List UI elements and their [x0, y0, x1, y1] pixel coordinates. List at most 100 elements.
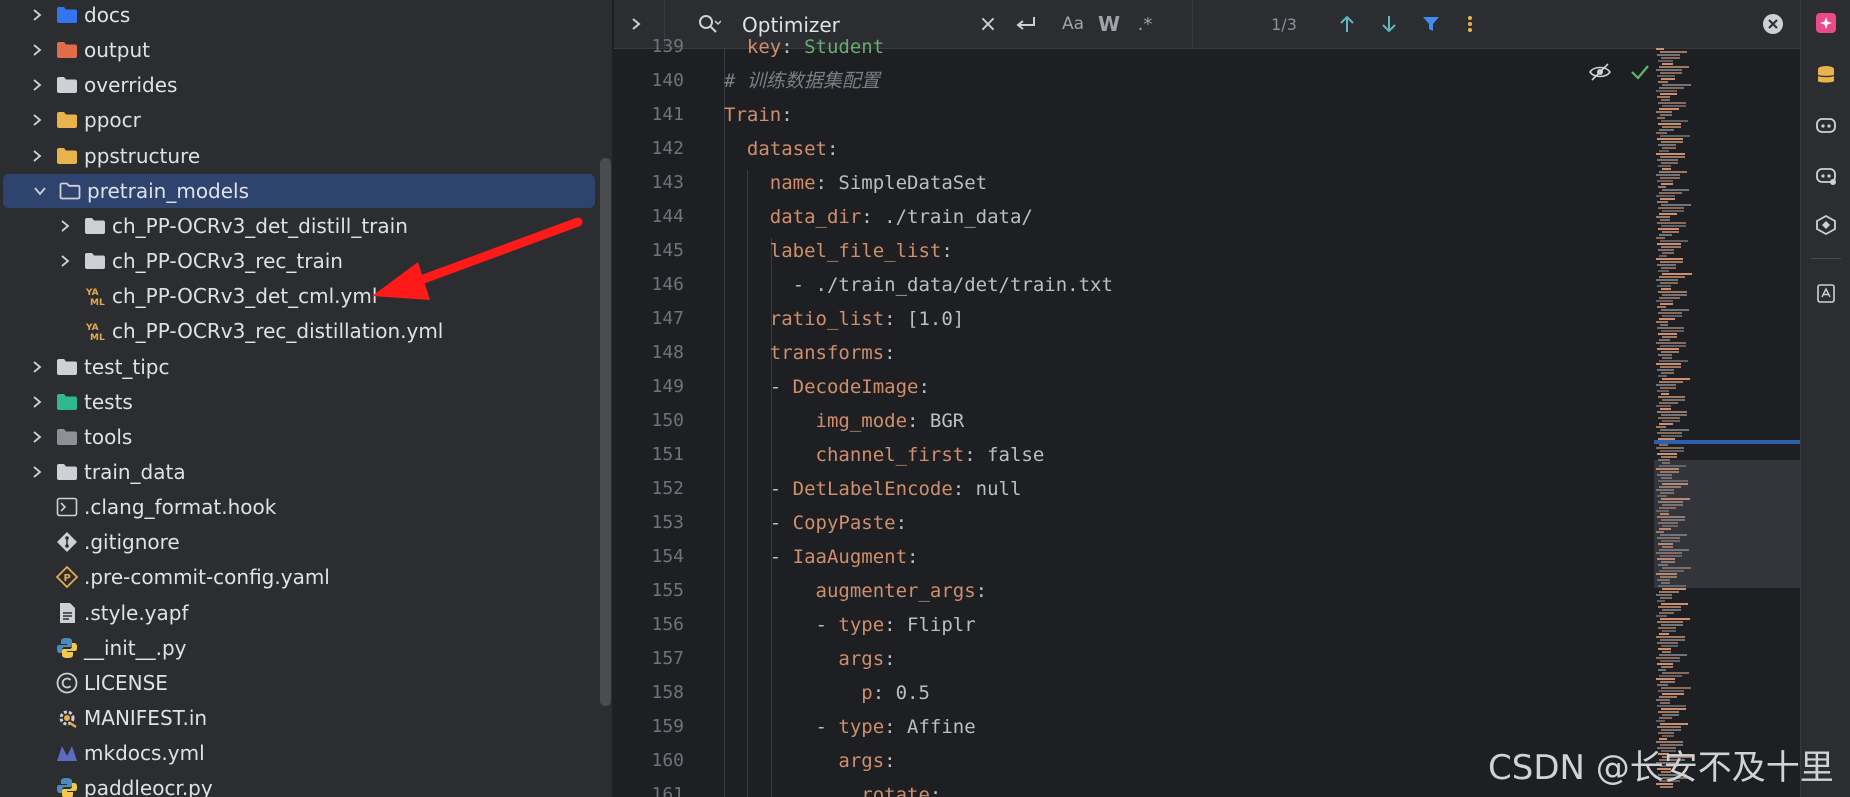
ai-assistant-icon[interactable] — [1813, 10, 1839, 36]
code-area[interactable]: key: Student # 训练数据集配置 Train: dataset: nam… — [724, 36, 1724, 797]
translate-icon[interactable] — [1813, 280, 1839, 306]
tree-item-output[interactable]: output — [0, 33, 596, 67]
tree-item-init-py[interactable]: __init__.py — [0, 631, 596, 665]
minimap-line — [1656, 363, 1681, 365]
tree-item-ppstructure[interactable]: ppstructure — [0, 139, 596, 173]
code-line: ratio_list: [1.0] — [724, 302, 964, 336]
minimap-line — [1661, 603, 1688, 605]
code-minimap[interactable] — [1654, 48, 1800, 797]
search-history-icon[interactable] — [694, 0, 724, 48]
minimap-line — [1662, 273, 1692, 275]
tree-scrollbar[interactable] — [600, 158, 611, 706]
chevron-right-icon[interactable] — [26, 356, 48, 378]
tree-item-ch-pp-ocrv3-det-cml-yml[interactable]: YA ML ch_PP-OCRv3_det_cml.yml — [0, 279, 596, 313]
chevron-right-icon[interactable] — [54, 215, 76, 237]
minimap-line — [1658, 123, 1681, 125]
copilot-icon[interactable] — [1813, 112, 1839, 138]
line-number: 154 — [651, 546, 684, 567]
minimap-line — [1659, 255, 1667, 257]
copilot-chat-icon[interactable] — [1813, 162, 1839, 188]
minimap-line — [1660, 597, 1672, 599]
database-icon[interactable] — [1813, 62, 1839, 88]
folder-open-icon — [59, 180, 81, 202]
code-text: : false — [964, 444, 1045, 466]
chevron-right-icon[interactable] — [54, 250, 76, 272]
new-line-icon[interactable] — [1012, 0, 1040, 48]
yaml-key: img_mode — [815, 410, 908, 432]
minimap-viewport[interactable] — [1654, 460, 1800, 588]
tree-item-style-yapf[interactable]: .style.yapf — [0, 596, 596, 630]
minimap-line — [1657, 285, 1671, 287]
tree-item-license[interactable]: LICENSE — [0, 666, 596, 700]
close-find-icon[interactable] — [1758, 0, 1788, 48]
more-options-icon[interactable] — [1458, 0, 1482, 48]
minimap-line — [1661, 225, 1686, 227]
minimap-line — [1656, 657, 1680, 659]
minimap-line — [1657, 453, 1677, 455]
clear-search-icon[interactable]: × — [976, 0, 1000, 48]
plugin-icon[interactable] — [1813, 212, 1839, 238]
tree-item-pre-commit-config-yaml[interactable]: P .pre-commit-config.yaml — [0, 560, 596, 594]
tree-item-clang-format-hook[interactable]: .clang_format.hook — [0, 490, 596, 524]
tree-item-train-data[interactable]: train_data — [0, 455, 596, 489]
minimap-line — [1661, 708, 1686, 710]
toggle-rendering-icon[interactable] — [1588, 60, 1612, 84]
chevron-right-icon[interactable] — [26, 39, 48, 61]
tree-item-test-tipc[interactable]: test_tipc — [0, 350, 596, 384]
tree-item-tools[interactable]: tools — [0, 420, 596, 454]
tree-item-ppocr[interactable]: ppocr — [0, 103, 596, 137]
tree-item-tests[interactable]: tests — [0, 385, 596, 419]
minimap-line — [1662, 693, 1684, 695]
minimap-line — [1662, 63, 1673, 65]
previous-occurrence-icon[interactable] — [1332, 0, 1362, 48]
tree-item-overrides[interactable]: overrides — [0, 68, 596, 102]
tree-item-manifest-in[interactable]: MANIFEST.in — [0, 701, 596, 735]
no-problems-check-icon — [1628, 60, 1652, 84]
svg-text:ML: ML — [90, 333, 105, 342]
tree-item-pretrain-models[interactable]: pretrain_models — [3, 173, 595, 208]
folder-icon — [56, 145, 78, 167]
match-case-toggle[interactable]: Aa — [1058, 0, 1088, 48]
chevron-right-icon[interactable] — [26, 74, 48, 96]
tree-item-gitignore[interactable]: .gitignore — [0, 525, 596, 559]
minimap-line — [1659, 717, 1672, 719]
minimap-line — [1659, 276, 1685, 278]
minimap-line — [1656, 636, 1685, 638]
tree-item-docs[interactable]: docs — [0, 0, 596, 32]
minimap-line — [1660, 345, 1686, 347]
minimap-line — [1661, 666, 1673, 668]
next-occurrence-icon[interactable] — [1374, 0, 1404, 48]
minimap-line — [1662, 252, 1674, 254]
minimap-line — [1661, 162, 1678, 164]
minimap-line — [1657, 201, 1668, 203]
chevron-right-icon[interactable] — [26, 145, 48, 167]
chevron-right-icon[interactable] — [26, 426, 48, 448]
shell-icon — [56, 496, 78, 518]
chevron-right-icon[interactable] — [26, 391, 48, 413]
tree-item-ch-pp-ocrv3-rec-distillation-yml[interactable]: YA ML ch_PP-OCRv3_rec_distillation.yml — [0, 314, 596, 348]
minimap-line — [1660, 366, 1681, 368]
whole-words-toggle[interactable]: W — [1094, 0, 1124, 48]
minimap-line — [1656, 111, 1672, 113]
line-number: 142 — [651, 138, 684, 159]
minimap-line — [1662, 231, 1679, 233]
chevron-right-icon[interactable] — [26, 109, 48, 131]
code-line: args: — [724, 642, 895, 676]
chevron-right-icon[interactable] — [26, 461, 48, 483]
chevron-right-icon[interactable] — [26, 4, 48, 26]
tree-item-mkdocs-yml[interactable]: mkdocs.yml — [0, 736, 596, 770]
regex-toggle[interactable]: .* — [1130, 0, 1160, 48]
minimap-line — [1659, 633, 1669, 635]
chevron-down-icon[interactable] — [29, 180, 51, 202]
tree-item-ch-pp-ocrv3-rec-train[interactable]: ch_PP-OCRv3_rec_train — [0, 244, 596, 278]
tree-item-paddleocr-py[interactable]: paddleocr.py — [0, 771, 596, 797]
filter-icon[interactable] — [1416, 0, 1446, 48]
line-number: 144 — [651, 206, 684, 227]
minimap-line — [1658, 207, 1684, 209]
yaml-icon: YA ML — [84, 285, 106, 307]
tree-item-ch-pp-ocrv3-det-distill-train[interactable]: ch_PP-OCRv3_det_distill_train — [0, 209, 596, 243]
minimap-line — [1659, 192, 1682, 194]
